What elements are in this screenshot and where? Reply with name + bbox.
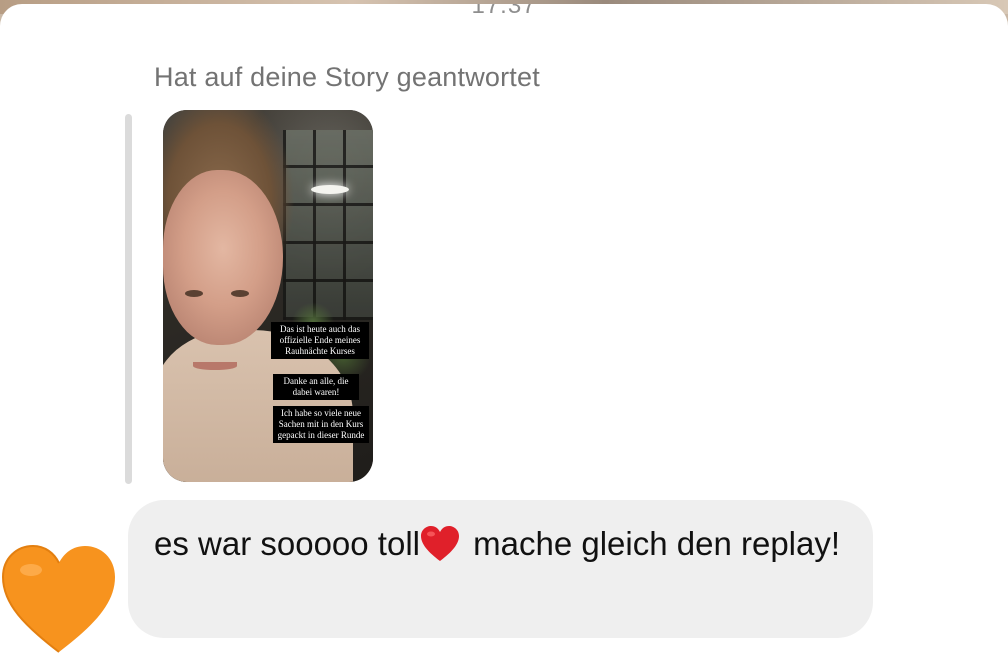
story-person-face xyxy=(163,170,283,370)
story-person-mouth xyxy=(193,362,237,370)
story-caption: Das ist heute auch das offizielle Ende m… xyxy=(271,322,369,359)
story-person-eye-left xyxy=(185,290,203,297)
message-text-end: mache gleich den replay! xyxy=(463,525,841,562)
story-thumbnail[interactable]: Das ist heute auch das offizielle Ende m… xyxy=(163,110,373,482)
orange-heart-reaction-icon[interactable] xyxy=(1,544,117,655)
story-reply-label: Hat auf deine Story geantwortet xyxy=(154,62,540,92)
message-text-start: es war sooooo toll xyxy=(154,525,420,562)
message-bubble[interactable]: es war sooooo toll mache gleich den repl… xyxy=(128,500,873,638)
story-person-eye-right xyxy=(231,290,249,297)
message-timestamp: 17:37 xyxy=(471,4,537,19)
reply-quote-bar xyxy=(125,114,132,484)
story-caption: Ich habe so viele neue Sachen mit in den… xyxy=(273,406,369,443)
story-ceiling-lamp xyxy=(311,185,349,194)
red-heart-icon xyxy=(420,526,459,561)
story-caption: Danke an alle, die dabei waren! xyxy=(273,374,359,400)
message-thread: 17:37 Hat auf deine Story geantwortet Da… xyxy=(0,4,1008,664)
